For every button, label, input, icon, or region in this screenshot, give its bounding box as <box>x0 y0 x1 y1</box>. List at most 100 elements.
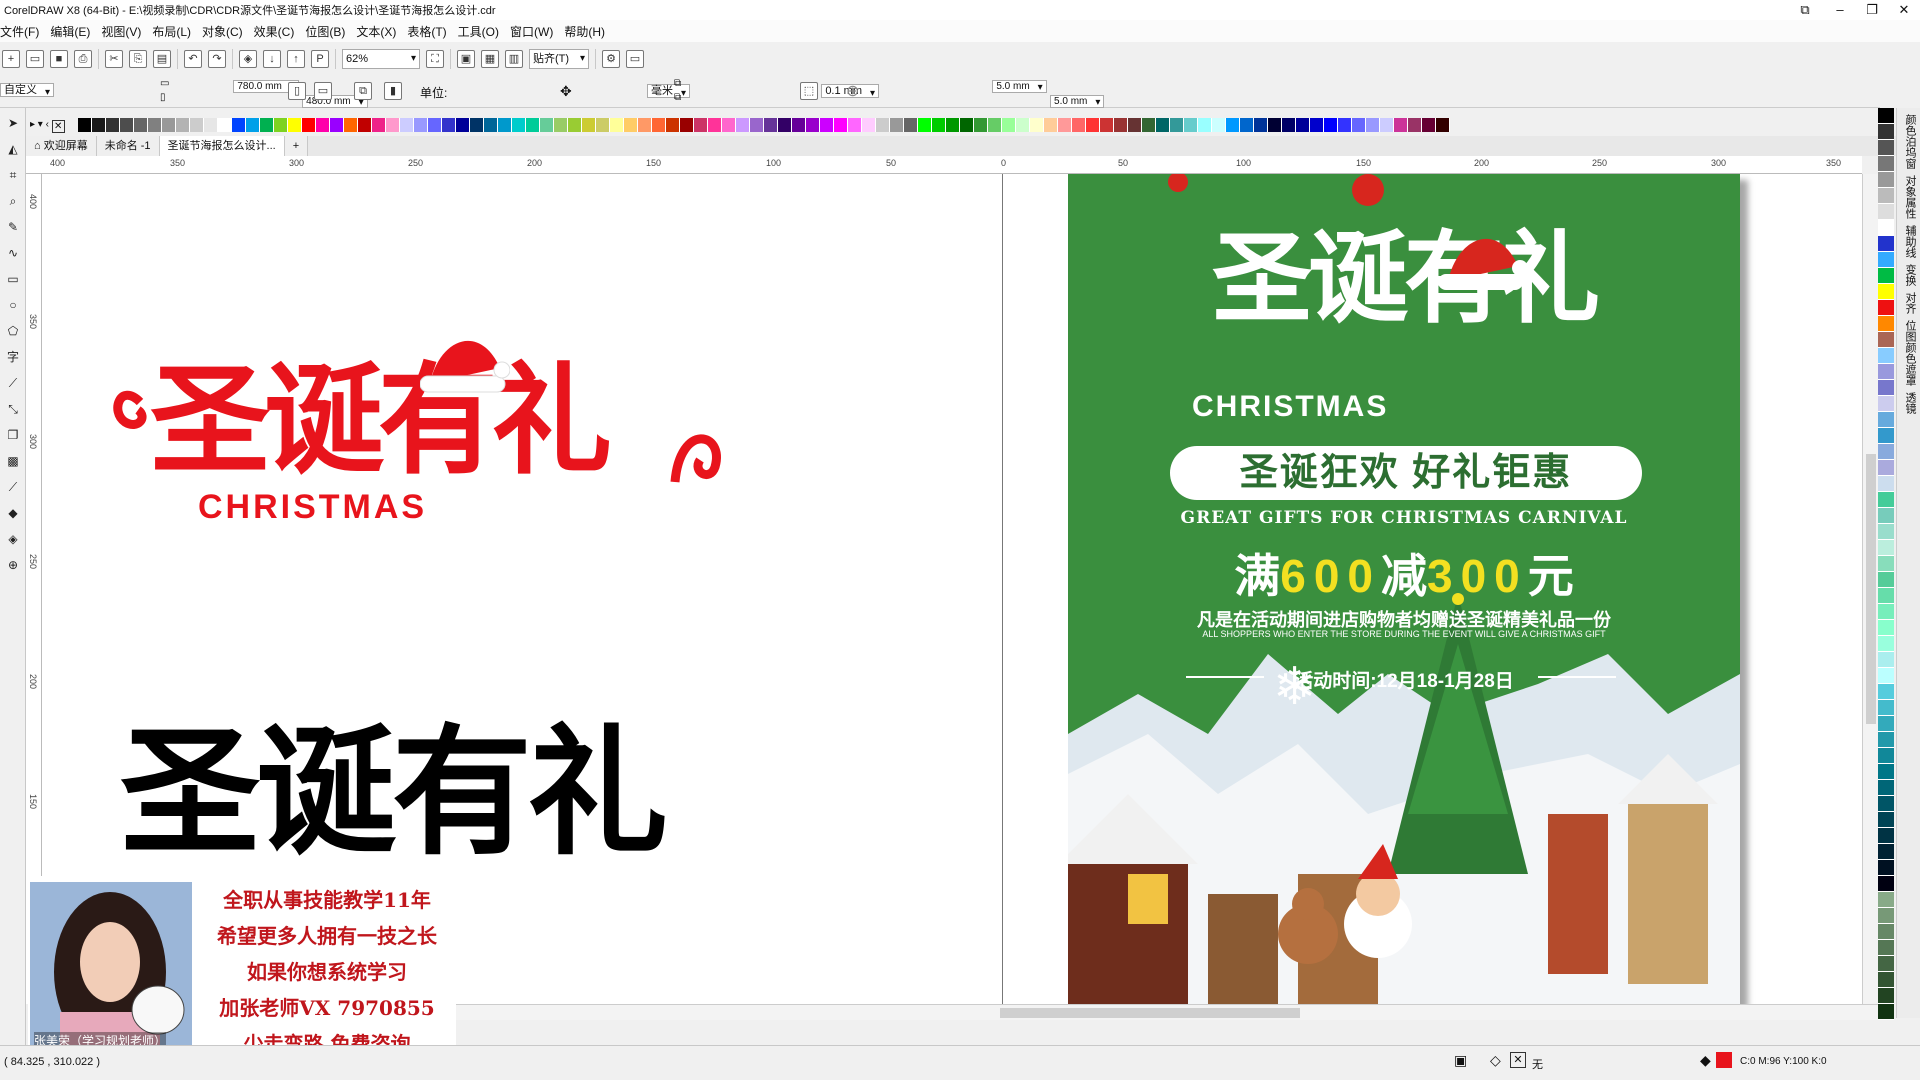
palette-swatch[interactable] <box>1878 332 1894 348</box>
current-page-icon[interactable]: ▮ <box>384 82 402 100</box>
palette-swatch[interactable] <box>498 118 512 132</box>
page-preset-select[interactable]: 自定义 <box>0 83 54 97</box>
docker-align[interactable]: 对齐 <box>1902 292 1918 314</box>
palette-swatch[interactable] <box>1878 812 1894 828</box>
palette-swatch[interactable] <box>1366 118 1380 132</box>
all-pages-icon[interactable]: ⧉ <box>354 82 372 100</box>
palette-swatch[interactable] <box>92 118 106 132</box>
palette-swatch[interactable] <box>1878 908 1894 924</box>
zoom-select[interactable]: 62% <box>342 49 420 69</box>
save-icon[interactable]: ■ <box>50 50 68 68</box>
palette-swatch[interactable] <box>442 118 456 132</box>
palette-swatch[interactable] <box>1878 556 1894 572</box>
christmas-poster[interactable]: ❄ 圣诞有礼 CHRISTMAS 圣诞狂欢 好礼钜惠 GREAT GIFTS F… <box>1068 174 1740 1004</box>
landscape-icon[interactable]: ▭ <box>314 82 332 100</box>
palette-swatch[interactable] <box>400 118 414 132</box>
palette-swatch[interactable] <box>1878 188 1894 204</box>
undo-icon[interactable]: ↶ <box>184 50 202 68</box>
palette-swatch[interactable] <box>1878 412 1894 428</box>
palette-swatch[interactable] <box>764 118 778 132</box>
palette-swatch[interactable] <box>960 118 974 132</box>
palette-swatch[interactable] <box>1878 860 1894 876</box>
minimize-button[interactable]: – <box>1825 0 1855 20</box>
add-tab-icon[interactable]: + <box>284 136 309 156</box>
palette-swatch[interactable] <box>106 118 120 132</box>
palette-swatch[interactable] <box>988 118 1002 132</box>
menu-window[interactable]: 窗口(W) <box>510 23 564 40</box>
palette-swatch[interactable] <box>1878 844 1894 860</box>
palette-swatch[interactable] <box>848 118 862 132</box>
palette-swatch[interactable] <box>1878 604 1894 620</box>
tab-christmas-poster[interactable]: 圣诞节海报怎么设计... <box>159 136 285 156</box>
palette-swatch[interactable] <box>1254 118 1268 132</box>
redo-icon[interactable]: ↷ <box>208 50 226 68</box>
palette-swatch[interactable] <box>120 118 134 132</box>
menu-effects[interactable]: 效果(C) <box>254 23 306 40</box>
palette-swatch[interactable] <box>414 118 428 132</box>
docker-lens[interactable]: 透镜 <box>1902 392 1918 414</box>
palette-swatch[interactable] <box>512 118 526 132</box>
palette-swatch[interactable] <box>1408 118 1422 132</box>
color-palette[interactable] <box>78 118 1778 132</box>
palette-swatch[interactable] <box>1128 118 1142 132</box>
palette-swatch[interactable] <box>1282 118 1296 132</box>
palette-swatch[interactable] <box>1338 118 1352 132</box>
horizontal-scroll-thumb[interactable] <box>1000 1008 1300 1018</box>
palette-swatch[interactable] <box>834 118 848 132</box>
palette-swatch[interactable] <box>1156 118 1170 132</box>
palette-swatch[interactable] <box>1044 118 1058 132</box>
palette-swatch[interactable] <box>1310 118 1324 132</box>
palette-swatch[interactable] <box>1878 316 1894 332</box>
palette-swatch[interactable] <box>1878 156 1894 172</box>
docker-transform[interactable]: 变换 <box>1902 264 1918 286</box>
palette-swatch[interactable] <box>1878 588 1894 604</box>
snap-to-dropdown[interactable]: 贴齐(T) <box>529 49 589 69</box>
zoom-fit-icon[interactable]: ⛶ <box>426 50 444 68</box>
palette-swatch[interactable] <box>134 118 148 132</box>
palette-swatch[interactable] <box>1170 118 1184 132</box>
palette-swatch[interactable] <box>1142 118 1156 132</box>
palette-swatch[interactable] <box>358 118 372 132</box>
palette-swatch[interactable] <box>722 118 736 132</box>
menu-tools[interactable]: 工具(O) <box>458 23 510 40</box>
palette-swatch[interactable] <box>1878 988 1894 1004</box>
palette-swatch[interactable] <box>372 118 386 132</box>
interactive-fill-icon[interactable]: ◆ <box>2 502 24 524</box>
duplicate-x-input[interactable]: 5.0 mm <box>992 80 1047 93</box>
palette-swatch[interactable] <box>526 118 540 132</box>
palette-swatch[interactable] <box>218 118 232 132</box>
print-icon[interactable]: ⎙ <box>74 50 92 68</box>
palette-swatch[interactable] <box>582 118 596 132</box>
crop-tool-icon[interactable]: ⌗ <box>2 164 24 186</box>
palette-swatch[interactable] <box>652 118 666 132</box>
rulers-icon[interactable]: ▦ <box>481 50 499 68</box>
palette-swatch[interactable] <box>428 118 442 132</box>
palette-swatch[interactable] <box>1878 204 1894 220</box>
palette-swatch[interactable] <box>1878 252 1894 268</box>
palette-swatch[interactable] <box>1072 118 1086 132</box>
palette-swatch[interactable] <box>1878 620 1894 636</box>
menu-view[interactable]: 视图(V) <box>101 23 152 40</box>
palette-swatch[interactable] <box>1878 652 1894 668</box>
palette-swatch[interactable] <box>1436 118 1450 132</box>
palette-swatch[interactable] <box>1878 380 1894 396</box>
duplicate-y-input[interactable]: 5.0 mm <box>1050 95 1105 108</box>
palette-swatch[interactable] <box>1422 118 1436 132</box>
palette-swatch[interactable] <box>876 118 890 132</box>
palette-swatch[interactable] <box>1878 524 1894 540</box>
palette-swatch[interactable] <box>1878 572 1894 588</box>
palette-swatch[interactable] <box>1878 236 1894 252</box>
palette-swatch[interactable] <box>1114 118 1128 132</box>
palette-swatch[interactable] <box>1878 780 1894 796</box>
unit-select[interactable]: 毫米 <box>646 84 690 98</box>
palette-swatch[interactable] <box>1878 364 1894 380</box>
menu-table[interactable]: 表格(T) <box>407 23 457 40</box>
palette-swatch[interactable] <box>288 118 302 132</box>
palette-swatch[interactable] <box>1268 118 1282 132</box>
palette-swatch[interactable] <box>1878 284 1894 300</box>
palette-swatch[interactable] <box>316 118 330 132</box>
palette-swatch[interactable] <box>1240 118 1254 132</box>
palette-swatch[interactable] <box>1878 140 1894 156</box>
palette-swatch[interactable] <box>1878 428 1894 444</box>
copy-icon[interactable]: ⎘ <box>129 50 147 68</box>
